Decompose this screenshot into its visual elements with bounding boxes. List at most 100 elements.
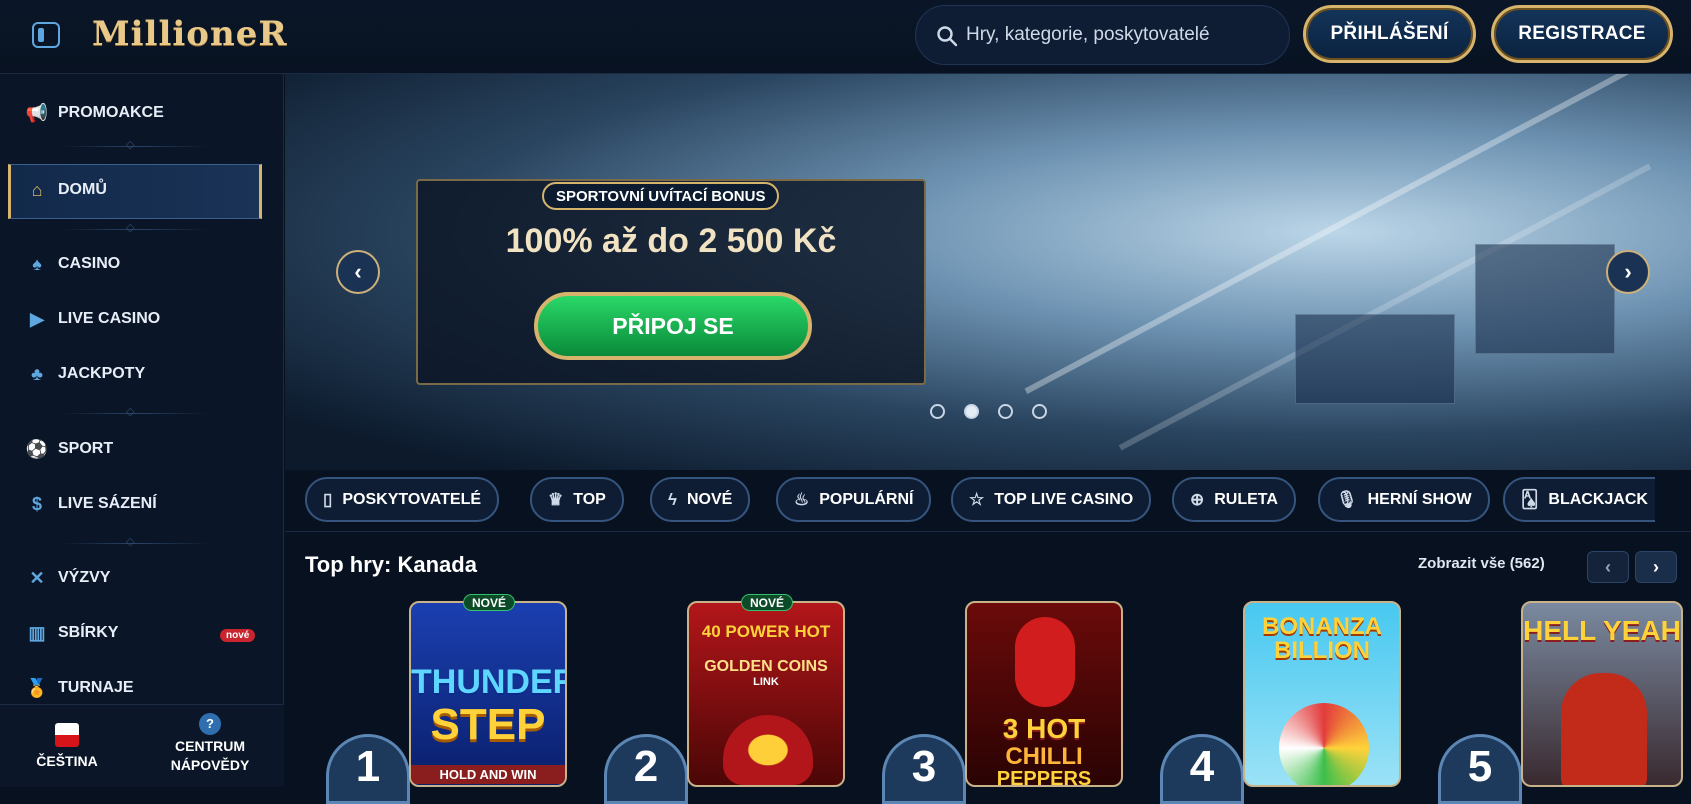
register-button[interactable]: REGISTRACE bbox=[1491, 5, 1673, 63]
game-card-thunder-step[interactable]: THUNDER STEP HOLD AND WIN bbox=[409, 601, 567, 787]
category-ruleta[interactable]: ⊕ RULETA bbox=[1172, 477, 1296, 522]
help-center-link[interactable]: ? CENTRUM NÁPOVĚDY bbox=[160, 713, 260, 775]
sidebar-divider bbox=[60, 221, 210, 234]
rank-marker: 1 bbox=[326, 724, 410, 804]
rank-number: 2 bbox=[633, 742, 659, 791]
game-card-golden-coins[interactable]: 40 POWER HOT GOLDEN COINS LINK bbox=[687, 601, 845, 787]
category-popularni[interactable]: ♨ POPULÁRNÍ bbox=[776, 477, 932, 522]
sidebar-item-label: CASINO bbox=[58, 255, 121, 272]
sidebar: 📢 PROMOAKCE ⌂ DOMŮ ♠ CASINO ▶ LIVE CASIN… bbox=[0, 74, 284, 787]
sidebar-item-label: JACKPOTY bbox=[58, 365, 146, 382]
home-icon: ⌂ bbox=[31, 179, 43, 200]
sidebar-item-live-sazeni[interactable]: $ LIVE SÁZENÍ bbox=[26, 489, 157, 519]
play-chip-icon: ▶ bbox=[30, 308, 44, 329]
games-prev-button[interactable]: ‹ bbox=[1587, 551, 1629, 583]
top-bar: MillioneR PŘIHLÁŠENÍ REGISTRACE bbox=[0, 0, 1691, 74]
promo-amount: 100% až do 2 500 Kč bbox=[505, 222, 837, 260]
chilli-pepper-image bbox=[1015, 617, 1075, 707]
spade-icon: ♠ bbox=[32, 253, 42, 274]
category-blackjack[interactable]: 🂡 BLACKJACK bbox=[1503, 477, 1655, 522]
sidebar-item-turnaje[interactable]: 🏅 TURNAJE bbox=[26, 673, 134, 703]
category-label: BLACKJACK bbox=[1548, 490, 1648, 508]
game-title-line2: GOLDEN COINS bbox=[704, 658, 828, 675]
section-divider bbox=[285, 531, 1691, 532]
category-nove[interactable]: ϟ NOVÉ bbox=[650, 477, 751, 522]
soccer-ball-icon: ⚽ bbox=[25, 438, 49, 459]
roulette-icon: ⊕ bbox=[1190, 489, 1205, 509]
sidebar-item-label: SBÍRKY bbox=[58, 624, 119, 641]
sidebar-item-jackpoty[interactable]: ♣ JACKPOTY bbox=[26, 359, 145, 389]
category-label: TOP bbox=[573, 490, 606, 508]
sidebar-item-sport[interactable]: ⚽ SPORT bbox=[26, 434, 113, 464]
game-title-line1: BONANZA bbox=[1262, 613, 1382, 640]
category-label: TOP LIVE CASINO bbox=[994, 490, 1134, 508]
medal-icon: 🏅 bbox=[25, 677, 49, 698]
game-title-line1: 40 POWER HOT bbox=[701, 622, 831, 641]
sidebar-item-live-casino[interactable]: ▶ LIVE CASINO bbox=[26, 304, 160, 334]
search-icon bbox=[937, 26, 958, 47]
coin-pot-image bbox=[723, 715, 813, 785]
category-herni-show[interactable]: 🎙 HERNÍ SHOW bbox=[1318, 477, 1490, 522]
devil-character-image bbox=[1561, 673, 1647, 785]
crown-icon: ♛ bbox=[548, 489, 564, 509]
category-label: RULETA bbox=[1214, 490, 1278, 508]
hero-prev-button[interactable]: ‹ bbox=[336, 250, 380, 294]
clover-icon: ♣ bbox=[31, 363, 43, 384]
promo-tag: SPORTOVNÍ UVÍTACÍ BONUS bbox=[542, 182, 780, 210]
sidebar-item-sbirky[interactable]: ▥ SBÍRKY bbox=[26, 618, 118, 648]
games-next-button[interactable]: › bbox=[1635, 551, 1677, 583]
new-game-tag: NOVÉ bbox=[741, 594, 794, 611]
sidebar-item-casino[interactable]: ♠ CASINO bbox=[26, 249, 120, 279]
new-game-tag: NOVÉ bbox=[463, 594, 516, 611]
show-all-link[interactable]: Zobrazit vše (562) bbox=[1418, 555, 1545, 572]
category-poskytovatele[interactable]: ▯ POSKYTOVATELÉ bbox=[305, 477, 500, 522]
sidebar-toggle-icon[interactable] bbox=[32, 22, 60, 48]
category-label: POPULÁRNÍ bbox=[819, 490, 914, 508]
login-button[interactable]: PŘIHLÁŠENÍ bbox=[1303, 5, 1476, 63]
sidebar-footer: ČEŠTINA ? CENTRUM NÁPOVĚDY bbox=[0, 704, 284, 787]
game-card-3-hot-chilli-peppers[interactable]: 3 HOT CHILLI PEPPERS bbox=[965, 601, 1123, 787]
rank-number: 1 bbox=[355, 742, 381, 791]
sidebar-item-label: TURNAJE bbox=[58, 679, 134, 696]
sidebar-item-label: LIVE SÁZENÍ bbox=[58, 495, 157, 512]
hero-next-button[interactable]: › bbox=[1606, 250, 1650, 294]
dollar-coin-icon: $ bbox=[31, 493, 42, 514]
collection-icon: ▥ bbox=[28, 622, 46, 643]
rank-marker: 4 bbox=[1160, 724, 1244, 804]
game-title-line1: THUNDER bbox=[411, 663, 567, 701]
category-label: POSKYTOVATELÉ bbox=[342, 490, 482, 508]
game-title-line2: BILLION bbox=[1274, 637, 1370, 664]
slide-indicators bbox=[930, 404, 1047, 419]
category-label: HERNÍ SHOW bbox=[1367, 490, 1472, 508]
stadium-screen bbox=[1475, 244, 1615, 354]
category-top[interactable]: ♛ TOP bbox=[530, 477, 624, 522]
join-button[interactable]: PŘIPOJ SE bbox=[534, 292, 812, 360]
game-title-line2: CHILLI bbox=[1005, 743, 1083, 770]
game-card-hell-yeah[interactable]: HELL YEAH bbox=[1521, 601, 1683, 787]
slide-dot[interactable] bbox=[930, 404, 945, 419]
chevron-left-icon: ‹ bbox=[1605, 556, 1611, 577]
sidebar-divider bbox=[60, 138, 210, 151]
microphone-icon: 🎙 bbox=[1336, 489, 1358, 509]
sidebar-item-promoakce[interactable]: 📢 PROMOAKCE bbox=[26, 98, 164, 128]
chevron-right-icon: › bbox=[1653, 556, 1659, 577]
rank-number: 3 bbox=[911, 742, 937, 791]
game-subtitle: HOLD AND WIN bbox=[411, 765, 565, 784]
sidebar-item-label: PROMOAKCE bbox=[58, 104, 164, 121]
slide-dot[interactable] bbox=[998, 404, 1013, 419]
search-input[interactable] bbox=[966, 6, 1276, 64]
search-box[interactable] bbox=[915, 5, 1290, 65]
czech-flag-icon bbox=[55, 723, 79, 747]
category-top-live-casino[interactable]: ☆ TOP LIVE CASINO bbox=[951, 477, 1152, 522]
sidebar-item-domu[interactable]: ⌂ DOMŮ bbox=[26, 175, 107, 205]
flame-icon: ♨ bbox=[794, 489, 810, 509]
stadium-screen bbox=[1295, 314, 1455, 404]
slide-dot-active[interactable] bbox=[964, 404, 979, 419]
megaphone-icon: 📢 bbox=[25, 102, 49, 123]
game-subtitle: LINK bbox=[753, 676, 779, 688]
language-selector[interactable]: ČEŠTINA bbox=[32, 723, 102, 769]
site-logo[interactable]: MillioneR bbox=[92, 14, 288, 54]
slide-dot[interactable] bbox=[1032, 404, 1047, 419]
game-card-bonanza-billion[interactable]: BONANZA BILLION bbox=[1243, 601, 1401, 787]
sidebar-item-vyzvy[interactable]: ✕ VÝZVY bbox=[26, 563, 110, 593]
